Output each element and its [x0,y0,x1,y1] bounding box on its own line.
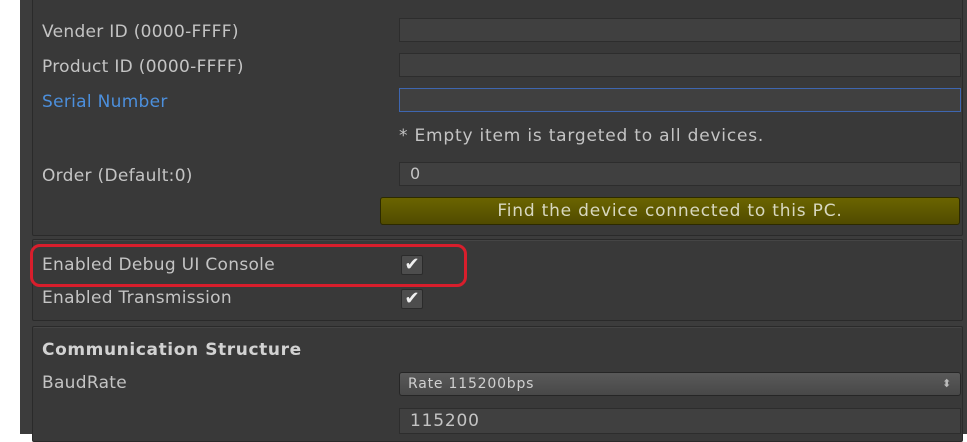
dropdown-arrow-icon: ⬍ [941,377,952,390]
baudrate-dropdown[interactable]: Rate 115200bps ⬍ [399,372,961,396]
product-id-label: Product ID (0000-FFFF) [42,57,244,77]
serial-number-input[interactable] [399,88,961,112]
empty-item-note: * Empty item is targeted to all devices. [399,126,765,146]
baudrate-value-input[interactable]: 115200 [399,408,961,434]
checkmark-icon: ✔ [404,288,420,309]
window-left-edge [0,0,20,434]
transmission-label: Enabled Transmission [42,288,232,308]
partial-field-above [408,0,428,5]
order-label: Order (Default:0) [42,166,193,186]
find-device-button[interactable]: Find the device connected to this PC. [380,197,960,225]
annotation-highlight-ring [30,244,467,287]
transmission-checkbox[interactable]: ✔ [401,289,423,309]
baudrate-label: BaudRate [42,373,128,393]
vendor-id-label: Vender ID (0000-FFFF) [42,22,239,42]
inspector-panel: Vender ID (0000-FFFF) Product ID (0000-F… [20,0,967,442]
product-id-input[interactable] [399,53,961,77]
communication-section-title: Communication Structure [42,340,302,360]
baudrate-selected-value: Rate 115200bps [408,376,535,392]
serial-number-label: Serial Number [42,92,168,112]
vendor-id-input[interactable] [399,18,961,42]
order-input[interactable]: 0 [399,162,961,186]
